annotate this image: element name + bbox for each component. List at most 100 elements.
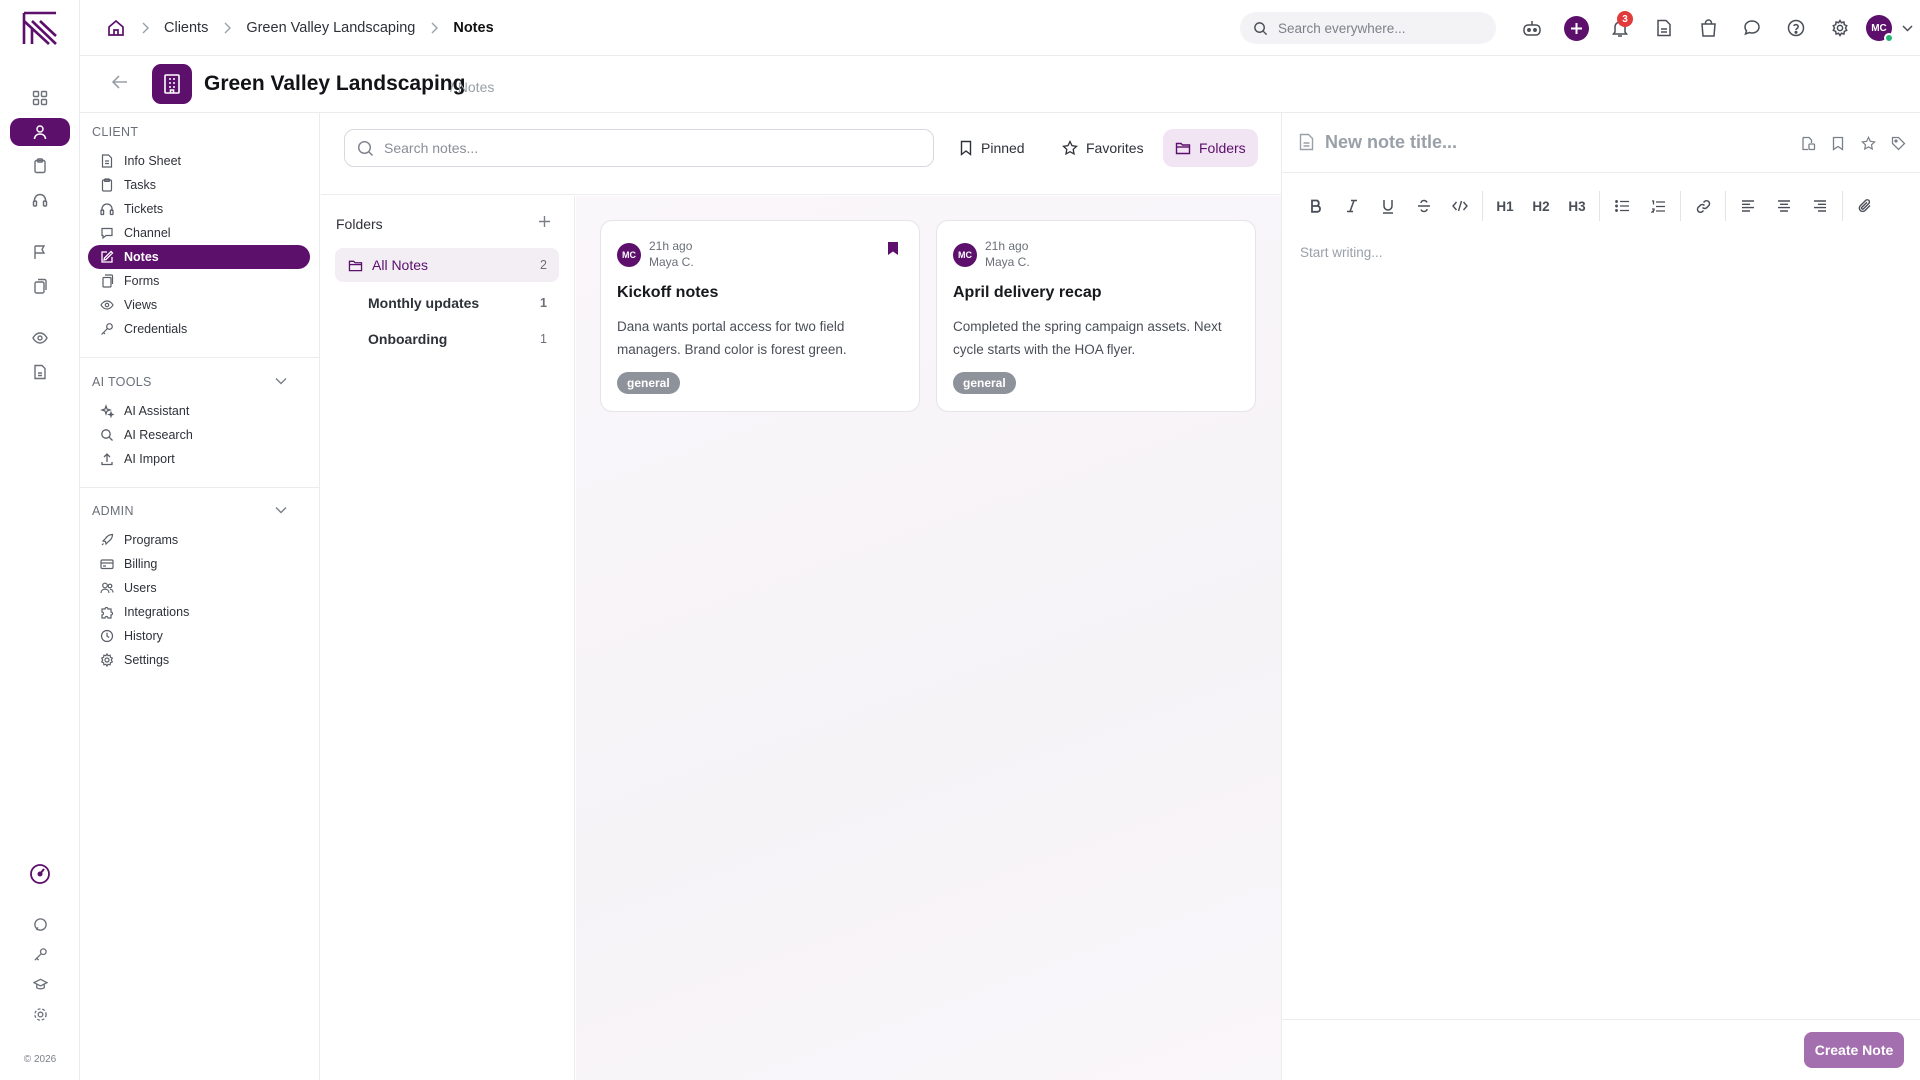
numbered-list-button[interactable] [1640,190,1676,222]
sidebar-item-integrations[interactable]: Integrations [88,600,310,624]
sidebar-item-billing[interactable]: Billing [88,552,310,576]
rail-tasks-icon[interactable] [10,152,70,180]
link-button[interactable] [1685,190,1721,222]
folder-count: 2 [540,258,547,272]
align-center-button[interactable] [1766,190,1802,222]
underline-button[interactable] [1370,190,1406,222]
align-right-button[interactable] [1802,190,1838,222]
sidebar-item-tickets[interactable]: Tickets [88,197,310,221]
global-search-input[interactable]: Search everywhere... [1240,12,1496,44]
bookmark-icon[interactable] [1823,129,1853,157]
page-header: Green Valley Landscaping / Notes [80,56,1920,113]
sidebar-item-notes[interactable]: Notes [88,245,310,269]
note-card[interactable]: MC 21h ago Maya C. Kickoff notes Dana wa… [600,220,920,412]
folders-filter-button[interactable]: Folders [1163,129,1258,167]
rail-chat-icon[interactable] [10,910,70,938]
note-card[interactable]: MC 21h ago Maya C. April delivery recap … [936,220,1256,412]
chevron-down-icon[interactable] [1896,10,1918,46]
back-arrow-icon[interactable] [110,72,130,92]
sidebar-item-label: Notes [124,250,159,264]
heading-2-button[interactable]: H2 [1523,190,1559,222]
create-note-button[interactable]: Create Note [1804,1032,1904,1068]
top-actions: 3 MC [1510,0,1918,56]
folder-label: All Notes [372,257,429,273]
puzzle-icon [100,605,114,619]
sidebar-item-forms[interactable]: Forms [88,269,310,293]
sidebar-item-users[interactable]: Users [88,576,310,600]
robot-icon[interactable] [1510,10,1554,46]
star-icon[interactable] [1853,129,1883,157]
app-logo[interactable] [22,11,58,45]
align-left-button[interactable] [1730,190,1766,222]
note-tag[interactable]: general [617,372,680,394]
key-icon [100,322,114,336]
bold-button[interactable] [1298,190,1334,222]
sidebar-item-ai-import[interactable]: AI Import [88,447,310,471]
rail-eye-icon[interactable] [10,324,70,352]
clock-icon [100,629,114,643]
sidebar-item-ai-research[interactable]: AI Research [88,423,310,447]
add-folder-plus-icon[interactable] [538,215,551,228]
note-title-input[interactable]: New note title... [1325,132,1457,153]
rail-clients-icon[interactable] [10,118,70,146]
folder-monthly-updates[interactable]: Monthly updates 1 [335,286,559,320]
user-menu[interactable]: MC [1862,10,1896,46]
rail-flag-icon[interactable] [10,238,70,266]
global-search-placeholder: Search everywhere... [1278,20,1406,36]
pinned-filter-button[interactable]: Pinned [947,129,1037,167]
edit-icon [100,250,114,264]
breadcrumb-clients[interactable]: Clients [164,20,208,36]
sidebar-item-ai-assistant[interactable]: AI Assistant [88,399,310,423]
chevron-down-icon[interactable] [275,377,287,385]
rail-settings-icon[interactable] [10,1000,70,1028]
rail-speed-icon[interactable] [10,860,70,888]
heading-1-button[interactable]: H1 [1487,190,1523,222]
page-subtitle: / Notes [450,79,495,95]
rail-dashboard-icon[interactable] [10,84,70,112]
attachment-paperclip-icon[interactable] [1847,190,1883,222]
favorites-filter-button[interactable]: Favorites [1050,129,1156,167]
section-title-client: CLIENT [92,125,139,139]
create-button[interactable] [1554,10,1598,46]
chevron-down-icon[interactable] [275,506,287,514]
notes-search-input[interactable]: Search notes... [344,129,934,167]
help-icon[interactable] [1774,10,1818,46]
sidebar-item-history[interactable]: History [88,624,310,648]
sidebar-item-label: AI Research [124,428,193,442]
home-icon[interactable] [106,18,126,38]
bullet-list-button[interactable] [1604,190,1640,222]
shopping-bag-icon[interactable] [1686,10,1730,46]
italic-button[interactable] [1334,190,1370,222]
sidebar-item-settings[interactable]: Settings [88,648,310,672]
heading-3-button[interactable]: H3 [1559,190,1595,222]
toolbar-divider [1725,191,1726,221]
sidebar-item-channel[interactable]: Channel [88,221,310,245]
rail-learn-icon[interactable] [10,970,70,998]
document-icon[interactable] [1642,10,1686,46]
rail-files-icon[interactable] [10,272,70,300]
rail-report-icon[interactable] [10,358,70,386]
sidebar-item-programs[interactable]: Programs [88,528,310,552]
strikethrough-button[interactable] [1406,190,1442,222]
sidebar-item-tasks[interactable]: Tasks [88,173,310,197]
sidebar-item-info-sheet[interactable]: Info Sheet [88,149,310,173]
gear-icon[interactable] [1818,10,1862,46]
sidebar-item-credentials[interactable]: Credentials [88,317,310,341]
bookmark-filled-icon[interactable] [887,241,899,256]
note-tag[interactable]: general [953,372,1016,394]
folder-all-notes[interactable]: All Notes 2 [335,248,559,282]
message-icon[interactable] [1730,10,1774,46]
online-indicator [1884,33,1894,43]
rail-support-icon[interactable] [10,186,70,214]
folder-onboarding[interactable]: Onboarding 1 [335,322,559,356]
sidebar-item-views[interactable]: Views [88,293,310,317]
breadcrumb-client[interactable]: Green Valley Landscaping [246,20,415,36]
rail-key-icon[interactable] [10,940,70,968]
tag-icon[interactable] [1883,129,1913,157]
note-author: Maya C. [985,255,1030,269]
code-button[interactable] [1442,190,1478,222]
note-body-input[interactable]: Start writing... [1300,245,1383,260]
sidebar-item-label: AI Assistant [124,404,190,418]
folder-move-icon[interactable] [1793,129,1823,157]
notifications-button[interactable]: 3 [1598,10,1642,46]
